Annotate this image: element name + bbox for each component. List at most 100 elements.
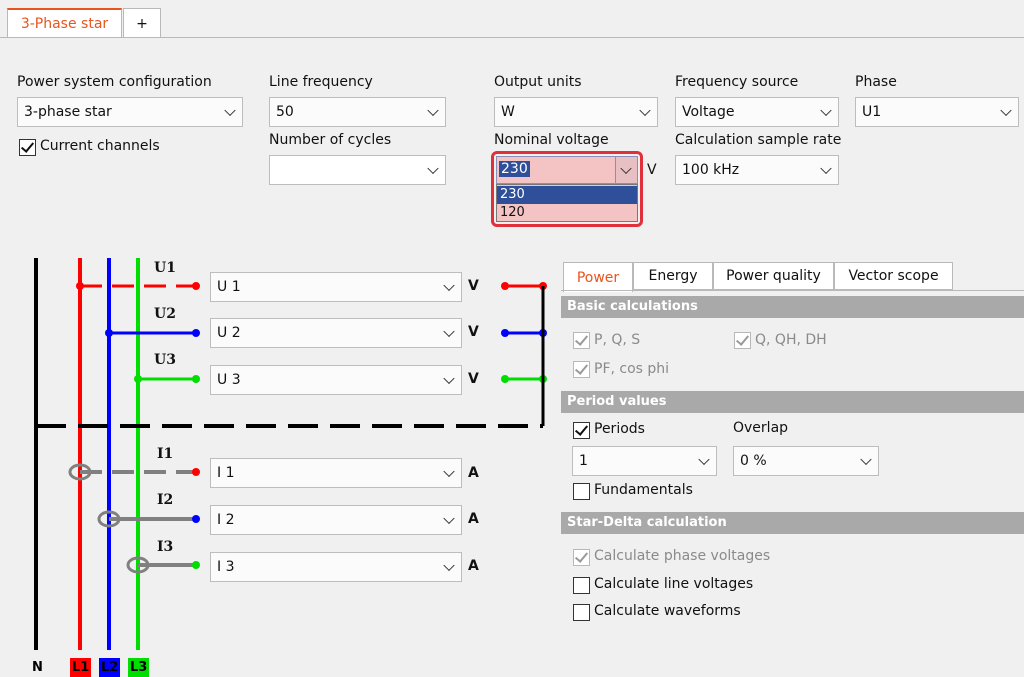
nominal-voltage-options: 230 120 [496,184,638,222]
output-units-value: W [501,104,515,120]
chevron-down-icon [443,372,455,385]
i2-channel-value: I 2 [217,512,235,528]
pqs-checkbox[interactable] [573,332,590,349]
output-units-label: Output units [494,74,582,90]
chevron-down-icon [443,559,455,572]
nominal-voltage-value: 230 [499,161,530,177]
frequency-source-label: Frequency source [675,74,799,90]
qqhdh-checkbox[interactable] [734,332,751,349]
chevron-down-icon [860,453,872,466]
overlap-select[interactable]: 0 % [733,446,879,476]
sample-rate-value: 100 kHz [682,162,740,178]
bus-l3-label: L3 [128,658,150,677]
nominal-voltage-option-230[interactable]: 230 [497,186,637,204]
pqs-label: P, Q, S [594,332,641,348]
power-system-label: Power system configuration [17,74,212,90]
frequency-source-select[interactable]: Voltage [675,97,839,127]
i3-channel-value: I 3 [217,559,235,575]
tab-energy[interactable]: Energy [633,262,713,290]
u3-unit: V [468,371,479,387]
i3-unit: A [468,558,479,574]
i1-terminal [192,468,200,476]
chevron-down-icon [1000,104,1012,117]
chevron-down-icon [443,325,455,338]
overlap-label: Overlap [733,420,789,436]
chevron-down-icon [443,279,455,292]
add-tab-button[interactable]: + [123,8,161,38]
nominal-voltage-dropdown-button[interactable] [615,157,637,183]
tab-vector-scope[interactable]: Vector scope [834,262,953,290]
frequency-source-value: Voltage [682,104,735,120]
nominal-voltage-unit: V [647,162,657,178]
u2-terminal [192,329,200,337]
tab-3-phase-star[interactable]: 3-Phase star [7,8,122,38]
u3-node [134,375,142,383]
line-voltages-checkbox[interactable] [573,577,590,594]
current-channels-label: Current channels [40,138,160,154]
waveforms-checkbox[interactable] [573,604,590,621]
u1-channel-value: U 1 [217,279,241,295]
bus-l2-label: L2 [99,658,121,677]
u2-channel-select[interactable]: U 2 [210,318,462,348]
u3-right-terminal [501,375,509,383]
tab-power[interactable]: Power [563,262,633,292]
chevron-down-icon [427,162,439,175]
bus-l1-label: L1 [70,658,92,677]
line-frequency-select[interactable]: 50 [269,97,446,127]
waveforms-label: Calculate waveforms [594,603,741,619]
nominal-voltage-option-120[interactable]: 120 [497,204,637,222]
u3-channel-value: U 3 [217,372,241,388]
current-channels-checkbox[interactable] [19,139,36,156]
i3-channel-select[interactable]: I 3 [210,552,462,582]
u3-terminal [192,375,200,383]
number-of-cycles-label: Number of cycles [269,132,392,148]
nominal-voltage-select[interactable]: 230 [496,156,638,184]
chevron-down-icon [443,465,455,478]
phase-select[interactable]: U1 [855,97,1019,127]
u1-channel-select[interactable]: U 1 [210,272,462,302]
i1-channel-value: I 1 [217,465,235,481]
nominal-voltage-label: Nominal voltage [494,132,609,148]
u1-right-terminal [501,282,509,290]
chevron-down-icon [620,162,632,175]
u1-label: U1 [154,260,176,276]
sample-rate-select[interactable]: 100 kHz [675,155,839,185]
i3-terminal [192,561,200,569]
bus-n-label: N [32,660,43,675]
number-of-cycles-select[interactable] [269,155,446,185]
periods-select[interactable]: 1 [572,446,717,476]
period-values-header: Period values [561,391,1024,413]
u1-unit: V [468,278,479,294]
pf-checkbox[interactable] [573,361,590,378]
i2-terminal [192,515,200,523]
phase-value: U1 [862,104,882,120]
i2-channel-select[interactable]: I 2 [210,505,462,535]
i3-label: I3 [157,539,174,555]
u3-channel-select[interactable]: U 3 [210,365,462,395]
u1-node [76,282,84,290]
u1-terminal [192,282,200,290]
phase-voltages-label: Calculate phase voltages [594,548,771,564]
phase-voltages-checkbox[interactable] [573,549,590,566]
i1-channel-select[interactable]: I 1 [210,458,462,488]
line-voltages-label: Calculate line voltages [594,576,754,592]
fundamentals-label: Fundamentals [594,482,693,498]
i1-unit: A [468,465,479,481]
right-tabs-divider [561,290,1024,291]
chevron-down-icon [224,104,236,117]
u2-channel-value: U 2 [217,325,241,341]
chevron-down-icon [443,512,455,525]
power-system-select[interactable]: 3-phase star [17,97,243,127]
qqhdh-label: Q, QH, DH [755,332,827,348]
chevron-down-icon [427,104,439,117]
pf-label: PF, cos phi [594,361,670,377]
periods-checkbox[interactable] [573,422,590,439]
line-frequency-label: Line frequency [269,74,373,90]
tabbar-divider [0,37,1024,38]
tab-vector-scope-label: Vector scope [848,268,939,284]
tab-power-quality[interactable]: Power quality [713,262,834,290]
periods-value: 1 [579,453,588,469]
periods-label: Periods [594,421,645,437]
output-units-select[interactable]: W [494,97,658,127]
fundamentals-checkbox[interactable] [573,483,590,500]
